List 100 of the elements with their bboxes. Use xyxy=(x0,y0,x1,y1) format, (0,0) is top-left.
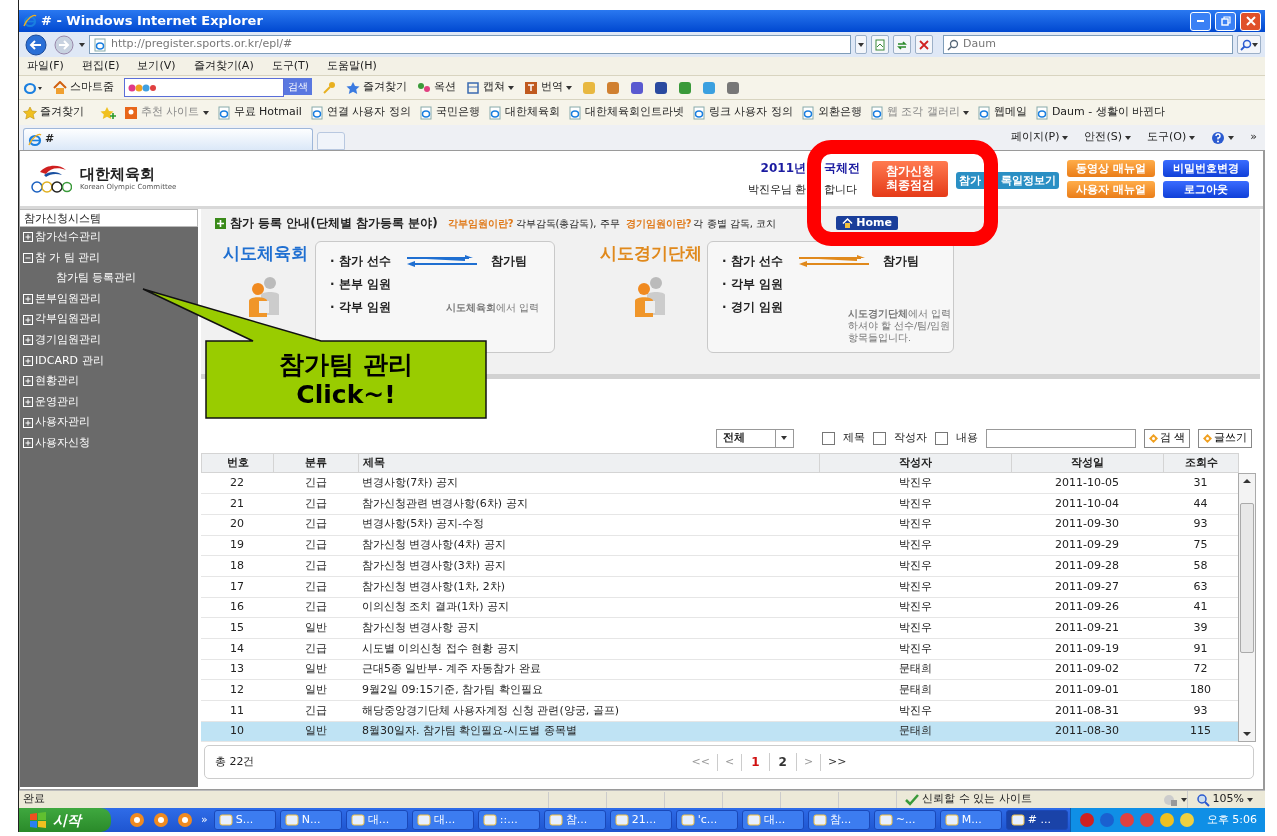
search-button[interactable]: 검색 xyxy=(284,78,312,95)
sidebar-item[interactable]: 경기임원관리 xyxy=(20,329,198,351)
taskbar-button[interactable]: 21... xyxy=(609,810,672,830)
sidebar-item[interactable]: 사용자관리 xyxy=(20,412,198,433)
menu-item[interactable]: 도구(T) xyxy=(271,57,309,75)
back-button[interactable] xyxy=(23,33,49,56)
refresh-button[interactable] xyxy=(893,35,911,54)
table-row[interactable]: 11 긴급 해당중앙경기단체 사용자계정 신청 관련(양궁, 골프) 박진우 2011-08-31 93 xyxy=(201,700,1238,722)
overflow-button[interactable]: » xyxy=(1250,129,1257,146)
checkbox[interactable] xyxy=(934,431,948,445)
forward-button[interactable] xyxy=(53,33,75,56)
toolbar-icon[interactable] xyxy=(726,80,740,95)
command-menu[interactable]: 도구(O) xyxy=(1147,129,1196,146)
taskbar-button[interactable]: S... xyxy=(213,810,276,830)
sidebar-item[interactable]: 현황관리 xyxy=(20,371,198,392)
table-row[interactable]: 21 긴급 참가신청관련 변경사항(6차) 공지 박진우 2011-10-04 44 xyxy=(201,493,1238,515)
taskbar-button[interactable]: 'c... xyxy=(675,810,738,830)
table-row[interactable]: 20 긴급 변경사항(5차) 공지-수정 박진우 2011-09-30 93 xyxy=(201,514,1238,536)
page-link[interactable]: 1 xyxy=(742,753,770,772)
table-row[interactable]: 16 긴급 이의신청 조치 결과(1차) 공지 박진우 2011-09-26 41 xyxy=(201,597,1238,618)
toolbar-button[interactable]: 즐겨찾기 xyxy=(346,79,407,96)
quick-launch-icon[interactable] xyxy=(153,812,169,828)
sidebar-item[interactable]: IDCARD 관리 xyxy=(20,350,198,372)
daum-search-field[interactable] xyxy=(124,78,284,97)
toolbar-icon[interactable] xyxy=(678,80,692,95)
table-row[interactable]: 22 긴급 변경사항(7차) 공지 박진우 2011-10-05 31 xyxy=(201,473,1238,494)
taskbar-button[interactable]: 참... xyxy=(543,810,606,830)
menu-item[interactable]: 도움말(H) xyxy=(327,57,377,75)
filter-select[interactable]: 전체 xyxy=(715,428,794,448)
scrollbar-thumb[interactable] xyxy=(1240,502,1254,653)
dropdown-button[interactable] xyxy=(855,35,867,54)
quick-launch-icon[interactable] xyxy=(177,812,193,828)
scrollbar[interactable] xyxy=(1238,473,1256,743)
zoom-button[interactable]: 105% xyxy=(1186,791,1261,808)
menu-item[interactable]: 파일(F) xyxy=(27,57,64,75)
sidebar-item[interactable]: 참 가 팀 관리 xyxy=(20,247,198,269)
favorite-link[interactable]: 연결 사용자 정의 xyxy=(309,104,411,121)
command-menu[interactable]: 페이지(P) xyxy=(1011,129,1069,146)
favorite-link[interactable]: Daum - 생활이 바뀐다 xyxy=(1034,104,1166,121)
browser-tab[interactable]: # xyxy=(23,128,313,150)
sidebar-item[interactable]: 참가선수관리 xyxy=(20,227,198,248)
search-box[interactable]: Daum xyxy=(943,35,1233,54)
sidebar-item[interactable]: 각부임원관리 xyxy=(20,309,198,330)
taskbar-button[interactable]: 대... xyxy=(345,810,408,830)
table-row[interactable]: 13 일반 근대5종 일반부- 계주 자동참가 완료 문태희 2011-09-02 72 xyxy=(201,659,1238,680)
protected-mode-button[interactable] xyxy=(1161,792,1187,807)
table-row[interactable]: 17 긴급 참가신청 변경사항(1차, 2차) 박진우 2011-09-27 63 xyxy=(201,576,1238,598)
toolbar-button[interactable]: 번역 xyxy=(524,79,572,96)
favorite-link[interactable]: 링크 사용자 정의 xyxy=(691,104,793,121)
menu-item[interactable]: 편집(E) xyxy=(81,57,120,75)
page-link[interactable]: 2 xyxy=(769,753,797,772)
pagination-link[interactable]: >> xyxy=(821,754,854,771)
checkbox[interactable] xyxy=(872,431,886,445)
close-button[interactable] xyxy=(1240,11,1261,31)
favorite-link[interactable]: 대한체육회인트라넷 xyxy=(567,104,684,121)
header-button[interactable]: 비밀번호변경 xyxy=(1163,159,1249,177)
favorite-link[interactable]: 웹메일 xyxy=(976,104,1027,121)
search-input[interactable] xyxy=(985,428,1136,448)
toolbar-icon[interactable] xyxy=(630,80,644,95)
favorite-link[interactable]: 대한체육회 xyxy=(487,104,560,121)
table-row[interactable]: 18 긴급 참가신청 변경사항(3차) 공지 박진우 2011-09-28 58 xyxy=(201,555,1238,577)
toolbar-button[interactable]: 옥션 xyxy=(417,79,456,96)
taskbar-button[interactable]: 참... xyxy=(807,810,870,830)
final-check-button[interactable]: 참가신청 최종점검 xyxy=(872,160,948,197)
favorite-link[interactable]: 국민은행 xyxy=(418,104,480,121)
table-row[interactable]: 14 긴급 시도별 이의신청 접수 현황 공지 박진우 2011-09-19 91 xyxy=(201,638,1238,660)
browser-logo-icon[interactable] xyxy=(23,80,43,95)
write-button[interactable]: 글쓰기 xyxy=(1198,428,1252,448)
taskbar-button[interactable]: 대... xyxy=(411,810,474,830)
toolbar-button[interactable]: 캡쳐 xyxy=(466,79,514,96)
menu-item[interactable]: 보기(V) xyxy=(137,57,176,75)
search-button[interactable] xyxy=(1237,35,1261,54)
sidebar-subitem[interactable]: 참가팀 등록관리 xyxy=(20,268,198,289)
taskbar-button[interactable]: ~... xyxy=(873,810,936,830)
table-row[interactable]: 12 일반 9월2일 09:15기준, 참가팀 확인필요 문태희 2011-09-01 180 xyxy=(201,679,1238,701)
taskbar-button[interactable]: 대... xyxy=(741,810,804,830)
favorite-link[interactable]: 외환은행 xyxy=(800,104,862,121)
smart-zoom-button[interactable]: 스마트줌 xyxy=(53,79,114,96)
favorite-link[interactable]: 무료 Hotmail xyxy=(216,104,302,121)
sidebar-item[interactable]: 운영관리 xyxy=(20,391,198,413)
home-button[interactable]: Home xyxy=(836,216,898,230)
menu-item[interactable]: 즐겨찾기(A) xyxy=(193,57,254,75)
favorites-button[interactable]: 즐겨찾기 xyxy=(23,104,84,121)
toolbar-icon[interactable] xyxy=(654,80,668,95)
stop-button[interactable] xyxy=(915,35,933,54)
minimize-button[interactable] xyxy=(1190,11,1211,31)
checkbox[interactable] xyxy=(821,431,835,445)
taskbar-button[interactable]: ::... xyxy=(477,810,540,830)
overflow-button[interactable]: » xyxy=(201,811,208,829)
table-row[interactable]: 19 긴급 참가신청 변경사항(4차) 공지 박진우 2011-09-29 75 xyxy=(201,535,1238,556)
restore-button[interactable] xyxy=(1215,11,1236,31)
sidebar-item[interactable]: 본부임원관리 xyxy=(20,288,198,310)
search-button[interactable]: 검 색 xyxy=(1143,428,1190,448)
sidebar-item[interactable]: 사용자신청 xyxy=(20,432,198,454)
quick-launch-icon[interactable] xyxy=(129,812,145,828)
tray-icon[interactable] xyxy=(1178,812,1195,828)
taskbar-button[interactable]: # ... xyxy=(1005,810,1068,830)
start-button[interactable]: 시작 xyxy=(19,808,111,832)
taskbar-button[interactable]: N... xyxy=(279,810,342,830)
search-field[interactable]: Daum xyxy=(963,36,1229,53)
